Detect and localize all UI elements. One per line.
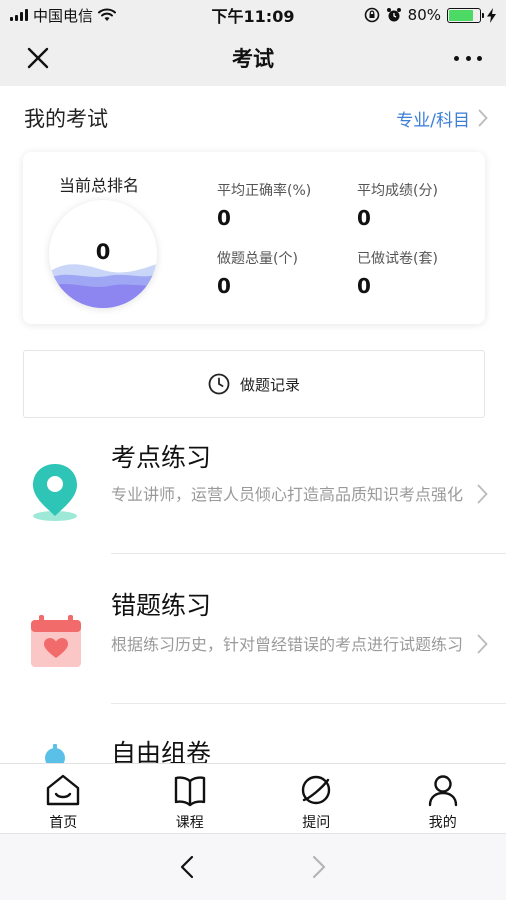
practice-record-button[interactable]: 做题记录 bbox=[23, 350, 485, 418]
stat-value: 0 bbox=[357, 206, 371, 230]
stat-label: 做题总量(个) bbox=[217, 251, 298, 267]
tab-mine[interactable]: 我的 bbox=[380, 764, 506, 833]
stat-label: 平均正确率(%) bbox=[217, 183, 312, 199]
rank-label: 当前总排名 bbox=[59, 176, 140, 195]
browser-toolbar bbox=[0, 833, 506, 900]
my-exam-header: 我的考试 专业/科目 bbox=[0, 96, 506, 140]
subject-link[interactable]: 专业/科目 bbox=[396, 106, 488, 131]
tab-label: 首页 bbox=[49, 815, 78, 831]
stat-value: 0 bbox=[357, 274, 371, 298]
list-item-wrong-practice[interactable]: 错题练习 根据练习历史，针对曾经错误的考点进行试题练习 bbox=[0, 580, 506, 704]
planet-icon bbox=[302, 775, 331, 805]
stats-card: 当前总排名 0 平均正确率(%) 0 平均成绩(分) 0 做题总量(个) 0 已… bbox=[23, 152, 485, 324]
bulb-icon bbox=[45, 744, 65, 763]
battery-icon bbox=[447, 7, 484, 23]
signal-icon bbox=[10, 9, 28, 21]
subject-link-label: 专业/科目 bbox=[396, 110, 470, 131]
battery-percent: 80% bbox=[407, 6, 441, 24]
rank-value: 0 bbox=[95, 240, 111, 264]
status-bar: 中国电信 下午11:09 80% bbox=[0, 0, 506, 30]
carrier-label: 中国电信 bbox=[33, 6, 94, 25]
tab-label: 提问 bbox=[302, 815, 331, 831]
tab-home[interactable]: 首页 bbox=[0, 764, 127, 833]
home-icon bbox=[47, 774, 80, 806]
clock-icon bbox=[208, 373, 230, 395]
calendar-heart-icon bbox=[31, 615, 81, 667]
stat-average-score: 平均成绩(分) 0 bbox=[357, 180, 438, 230]
list-item-desc: 专业讲师，运营人员倾心打造高品质知识考点强化 bbox=[111, 485, 464, 504]
tab-bar: 首页 课程 提问 我的 bbox=[0, 763, 506, 833]
back-arrow-icon[interactable] bbox=[178, 854, 196, 880]
charging-icon bbox=[487, 7, 496, 23]
stat-value: 0 bbox=[217, 206, 231, 230]
rank-circle: 0 bbox=[49, 200, 157, 308]
stat-label: 平均成绩(分) bbox=[357, 183, 438, 199]
nav-bar: 考试 bbox=[0, 30, 506, 86]
chevron-right-icon bbox=[477, 634, 488, 654]
divider bbox=[111, 553, 506, 554]
practice-record-label: 做题记录 bbox=[239, 375, 300, 394]
list-item-desc: 根据练习历史，针对曾经错误的考点进行试题练习 bbox=[111, 635, 464, 654]
tab-question[interactable]: 提问 bbox=[253, 764, 380, 833]
wifi-icon bbox=[98, 8, 117, 21]
stat-label: 已做试卷(套) bbox=[357, 251, 438, 267]
book-icon bbox=[174, 776, 205, 807]
status-right: 80% bbox=[364, 6, 496, 24]
tab-label: 我的 bbox=[428, 815, 457, 831]
stat-accuracy: 平均正确率(%) 0 bbox=[217, 180, 311, 230]
status-left: 中国电信 bbox=[10, 5, 117, 26]
forward-arrow-icon[interactable] bbox=[310, 854, 328, 880]
list-item-point-practice[interactable]: 考点练习 专业讲师，运营人员倾心打造高品质知识考点强化 bbox=[0, 430, 506, 554]
divider bbox=[111, 703, 506, 704]
orientation-lock-icon bbox=[364, 7, 379, 23]
close-icon[interactable] bbox=[26, 46, 50, 70]
page-title: 考试 bbox=[232, 47, 274, 71]
stat-total-questions: 做题总量(个) 0 bbox=[217, 248, 298, 298]
list-item-free-paper[interactable]: 自由组卷 bbox=[0, 730, 506, 763]
chevron-right-icon bbox=[478, 109, 488, 127]
list-item-title: 考点练习 bbox=[111, 443, 212, 472]
my-exam-title: 我的考试 bbox=[24, 107, 108, 131]
alarm-icon bbox=[386, 8, 401, 22]
stat-papers-done: 已做试卷(套) 0 bbox=[357, 248, 438, 298]
list-item-title: 自由组卷 bbox=[111, 739, 212, 763]
tab-course[interactable]: 课程 bbox=[127, 764, 254, 833]
location-pin-icon bbox=[33, 464, 77, 521]
stat-value: 0 bbox=[217, 274, 231, 298]
chevron-right-icon bbox=[477, 484, 488, 504]
more-icon[interactable] bbox=[454, 48, 482, 68]
list-item-title: 错题练习 bbox=[111, 591, 212, 620]
tab-label: 课程 bbox=[175, 815, 204, 831]
user-icon bbox=[428, 775, 457, 807]
